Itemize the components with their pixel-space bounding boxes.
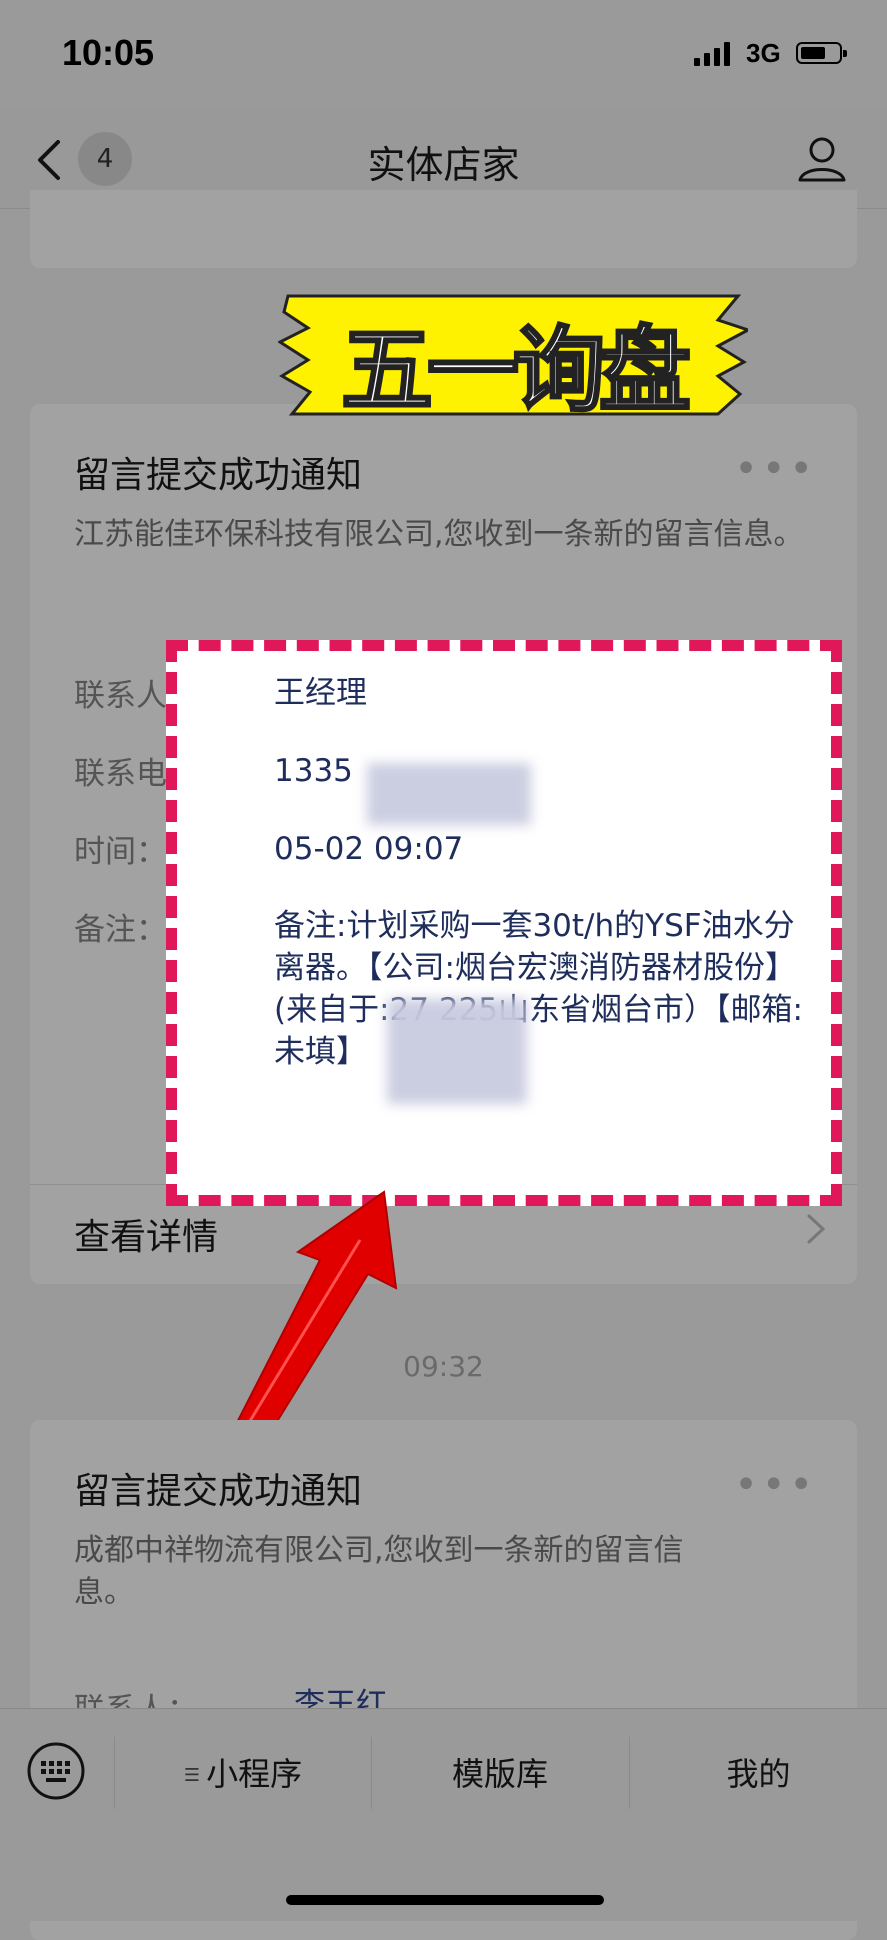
tab-mine[interactable]: 我的: [630, 1739, 887, 1809]
page-title: 实体店家: [367, 143, 520, 187]
contact-name: 王经理: [274, 675, 367, 711]
network-type: 3G: [746, 38, 781, 68]
field-label-remark: 备注：: [74, 912, 167, 948]
more-options-icon[interactable]: •••: [734, 1462, 817, 1508]
home-indicator[interactable]: [286, 1895, 604, 1905]
message-time: 05-02 09:07: [274, 831, 464, 867]
bottom-menu-bar: ☰ 小程序 模版库 我的: [0, 1708, 887, 1921]
field-label-time: 时间：: [74, 834, 167, 870]
tab-label: 小程序: [206, 1755, 303, 1793]
signal-icon: [694, 42, 730, 66]
status-time: 10:05: [62, 32, 155, 73]
banner-text: 五一询盘: [339, 316, 692, 426]
phone-blur-mask: [367, 763, 531, 825]
menu-icon: ☰: [183, 1765, 201, 1786]
status-bar: 10:05 3G: [0, 0, 887, 110]
previous-message-card: [30, 190, 857, 268]
card-description: 江苏能佳环保科技有限公司,您收到一条新的留言信息。: [74, 517, 804, 552]
contact-phone: 1335: [274, 753, 353, 789]
remark-blur-mask: [387, 999, 527, 1104]
user-profile-icon[interactable]: [795, 132, 849, 186]
keyboard-icon[interactable]: [26, 1741, 86, 1801]
chat-timestamp: 09:32: [403, 1350, 484, 1383]
card-title: 留言提交成功通知: [74, 1471, 363, 1512]
card-title: 留言提交成功通知: [74, 455, 363, 496]
message-remark: 备注:计划采购一套30t/h的YSF油水分离器。【公司:烟台宏澳消防器材股份】(…: [274, 908, 803, 1070]
card-description: 成都中祥物流有限公司,您收到一条新的留言信息。: [74, 1533, 684, 1610]
tab-template-library[interactable]: 模版库: [372, 1739, 628, 1809]
chevron-right-icon: [807, 1214, 826, 1244]
more-options-icon[interactable]: •••: [734, 446, 817, 492]
tab-mini-program[interactable]: ☰ 小程序: [115, 1739, 371, 1809]
highlight-box: 王经理 1335 05-02 09:07 备注:计划采购一套30t/h的YSF油…: [166, 640, 842, 1206]
battery-icon: [796, 42, 847, 64]
